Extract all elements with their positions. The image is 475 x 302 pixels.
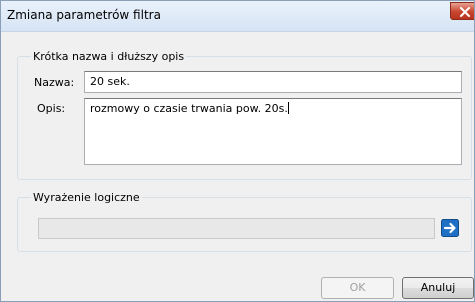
window-title: Zmiana parametrów filtra: [7, 8, 161, 22]
description-input[interactable]: rozmowy o czasie trwania pow. 20s.: [84, 98, 462, 165]
name-label: Nazwa:: [34, 76, 75, 89]
cancel-button[interactable]: Anuluj: [402, 277, 474, 299]
description-text: rozmowy o czasie trwania pow. 20s.: [90, 102, 288, 115]
title-bar[interactable]: Zmiana parametrów filtra: [1, 1, 474, 32]
ok-button[interactable]: OK: [321, 277, 394, 299]
close-icon: [460, 7, 470, 17]
logical-expression-group-title: Wyrażenie logiczne: [31, 191, 142, 204]
edit-expression-button[interactable]: [441, 219, 459, 237]
logical-expression-field: [38, 218, 435, 239]
description-label: Opis:: [37, 102, 66, 115]
name-description-group-title: Krótka nazwa i dłuższy opis: [31, 50, 187, 63]
name-input[interactable]: 20 sek.: [84, 71, 462, 93]
dialog-window: Zmiana parametrów filtra Krótka nazwa i …: [0, 0, 475, 302]
close-button[interactable]: [450, 2, 474, 20]
text-caret: [287, 102, 289, 114]
arrow-right-icon: [441, 219, 459, 237]
